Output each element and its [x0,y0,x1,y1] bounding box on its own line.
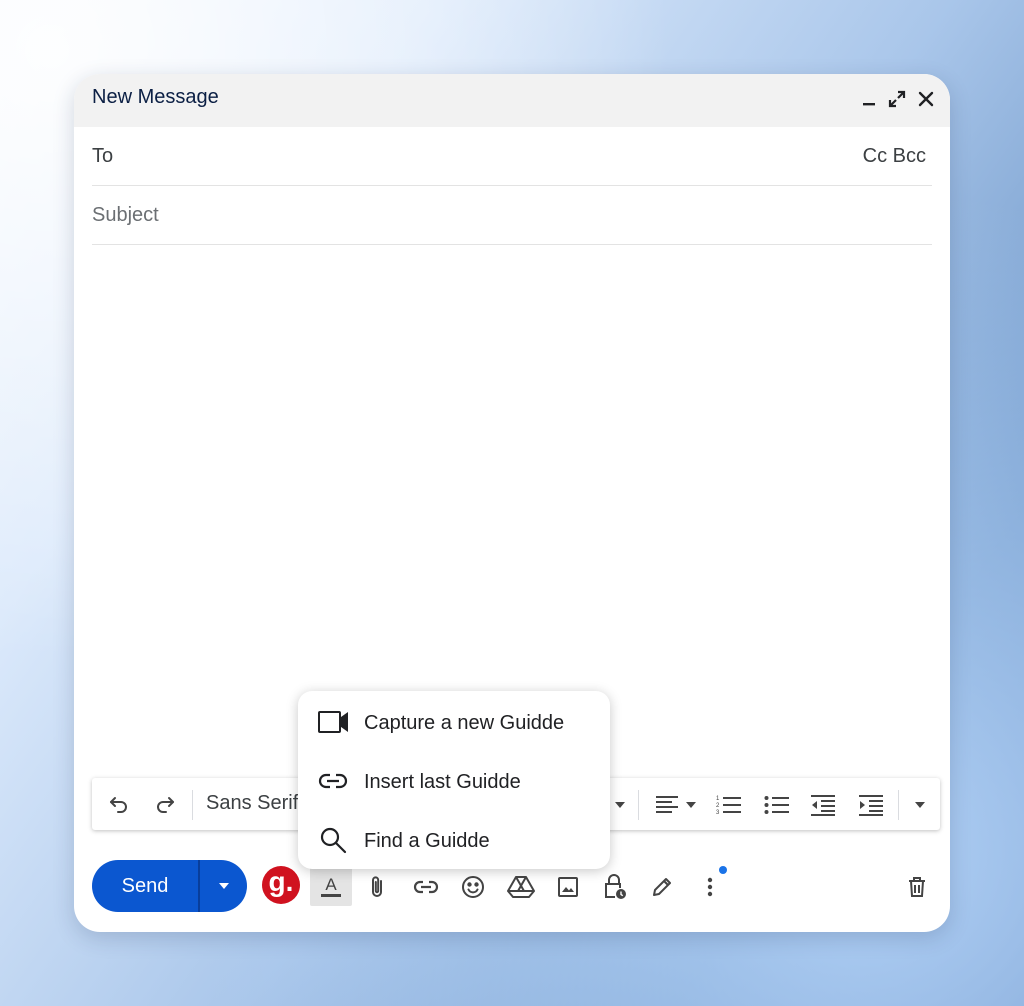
indent-less-icon [811,795,835,816]
toolbar-divider [192,790,193,820]
caret-down-icon [218,883,229,889]
redo-icon [157,797,174,813]
to-input[interactable] [132,127,836,187]
photo-icon [558,877,578,897]
toolbar-divider [638,790,639,820]
insert-photo-button[interactable] [551,870,585,904]
indent-less-button[interactable] [808,790,838,820]
insert-drive-button[interactable] [504,870,538,904]
more-options-icon [707,877,713,897]
link-icon [318,768,348,794]
compose-title-bar: New Message [74,74,950,127]
font-select[interactable]: Sans Serif [206,792,298,815]
more-options-button[interactable] [693,870,727,904]
confidential-lock-icon [605,874,626,899]
guidde-button[interactable]: g. [262,866,300,904]
emoji-icon [462,876,484,898]
guidde-menu: Capture a new Guidde Insert last Guidde … [298,691,610,869]
insert-signature-button[interactable] [645,870,679,904]
attach-icon [372,876,382,897]
drive-icon [507,876,535,898]
send-button[interactable]: Send [92,860,198,912]
bcc-link[interactable]: Bcc [893,145,926,167]
align-button[interactable] [654,790,702,820]
attach-files-button[interactable] [360,870,394,904]
minimize-icon [863,103,875,106]
trash-icon [909,877,925,897]
compose-title: New Message [92,86,219,108]
menu-item-find-guidde[interactable]: Find a Guidde [298,811,610,869]
cc-bcc-links: Cc Bcc [863,145,926,168]
menu-item-capture-guidde[interactable]: Capture a new Guidde [298,693,610,751]
close-icon [918,91,934,107]
video-camera-icon [318,709,348,735]
minimize-button[interactable] [856,86,882,112]
message-body[interactable] [92,246,932,766]
insert-emoji-button[interactable] [456,870,490,904]
numbered-list-icon: 1 2 3 [716,796,741,816]
to-label: To [92,145,114,167]
insert-link-button[interactable] [409,870,443,904]
menu-item-insert-last-guidde[interactable]: Insert last Guidde [298,752,610,810]
to-row: To Cc Bcc [92,127,932,187]
text-format-icon: A [321,875,341,897]
svg-text:1: 1 [716,796,720,802]
svg-text:A: A [325,875,337,894]
guidde-logo-icon: g. [268,866,294,897]
discard-draft-button[interactable] [900,870,934,904]
send-group: Send [92,860,247,912]
svg-text:3: 3 [716,810,720,816]
formatting-toggle-button[interactable]: A [310,866,352,906]
expand-icon [888,90,906,108]
notification-dot [719,866,727,874]
more-formatting-icon [915,802,925,808]
indent-more-button[interactable] [856,790,886,820]
bulleted-list-icon [764,796,789,814]
confidential-mode-button[interactable] [598,870,632,904]
redo-button[interactable] [150,790,180,820]
close-button[interactable] [913,86,939,112]
fullscreen-button[interactable] [884,86,910,112]
subject-input[interactable] [92,186,932,244]
menu-item-label: Insert last Guidde [364,771,521,793]
cc-link[interactable]: Cc [863,145,887,167]
undo-button[interactable] [104,790,134,820]
menu-item-label: Capture a new Guidde [364,712,565,734]
menu-item-label: Find a Guidde [364,830,490,852]
toolbar-divider [898,790,899,820]
undo-icon [110,797,127,813]
search-icon [318,827,348,854]
link-icon [413,880,439,894]
subject-row [92,186,932,245]
caret-down-icon [615,802,625,808]
numbered-list-button[interactable]: 1 2 3 [714,790,744,820]
signature-pen-icon [653,878,671,896]
indent-more-icon [859,795,883,816]
send-options-button[interactable] [200,860,247,912]
bulleted-list-button[interactable] [762,790,792,820]
svg-text:2: 2 [716,803,720,809]
align-icon [656,796,696,813]
more-formatting-button[interactable] [905,790,935,820]
